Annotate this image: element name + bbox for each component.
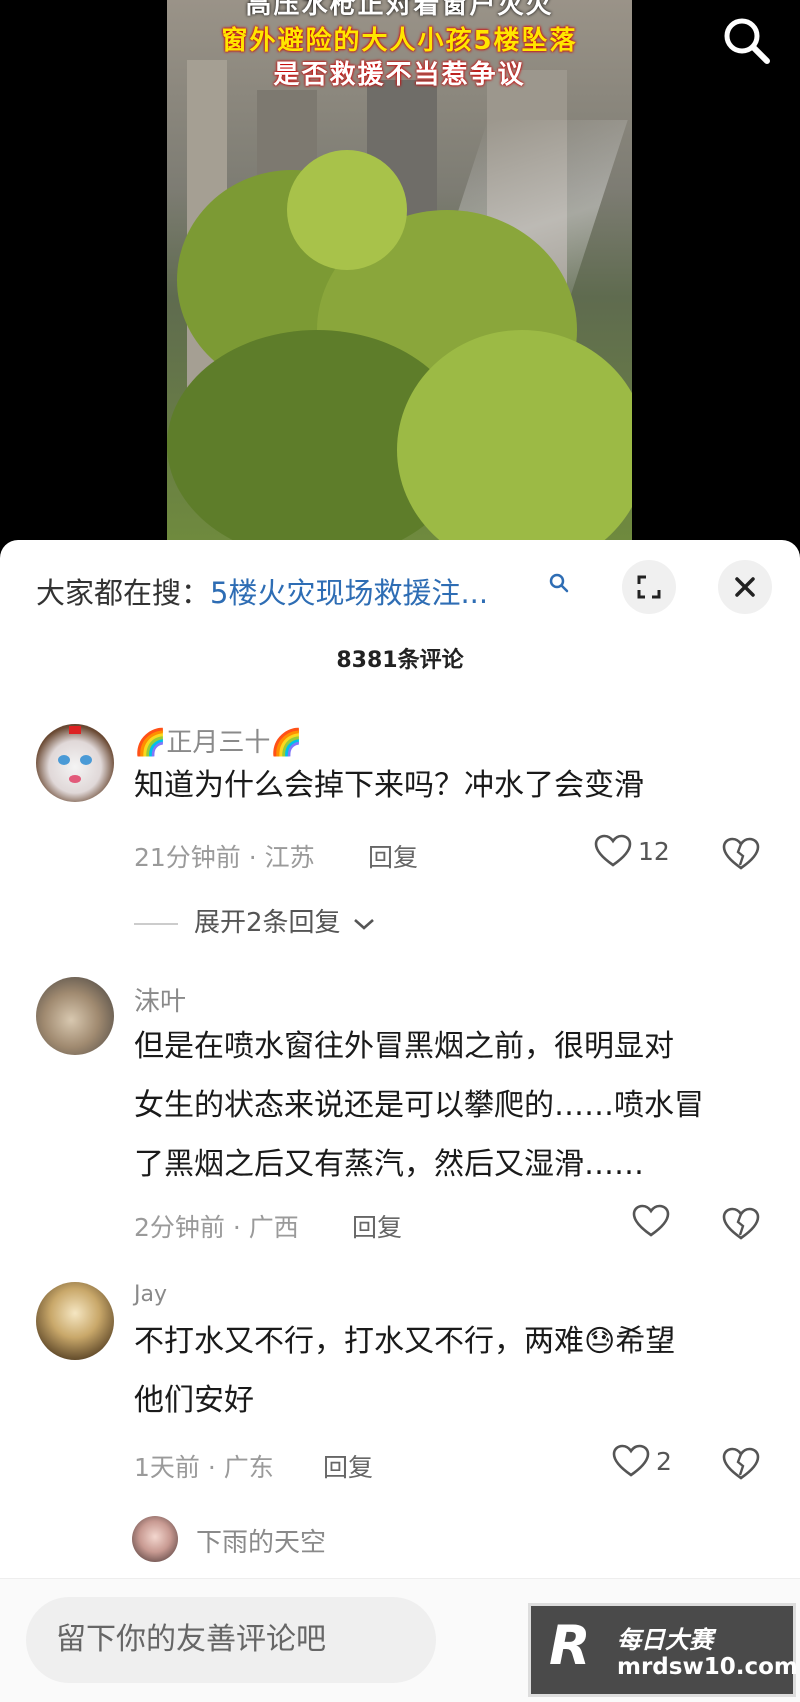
comment-username[interactable]: 沫叶 [134,981,186,1018]
comment-text-line: 女生的状态来说还是可以攀爬的……喷水冒 [134,1088,704,1123]
comment-panel: 大家都在搜：5楼火灾现场救援注... 8381条评论 🌈正月三十🌈 知道为什么会… [0,540,800,1701]
heart-icon [632,1204,670,1237]
comment-text: 知道为什么会掉下来吗？冲水了会变滑 [134,756,754,815]
like-button[interactable]: 12 [594,834,670,874]
search-small-icon [548,572,570,594]
avatar[interactable] [36,977,114,1055]
comment-count: 8381条评论 [336,648,464,673]
video-caption-line1: 高压水枪正对着窗户灭火 [245,0,554,20]
comment-text-line: 知道为什么会掉下来吗？冲水了会变滑 [134,768,644,803]
comment-text-line: 但是在喷水窗往外冒黑烟之前，很明显对 [134,1029,674,1064]
dislike-button[interactable] [722,836,760,872]
watermark-logo: R 每日大赛 mrdsw10.com [528,1603,798,1697]
comment-meta: 2分钟前 · 广西 [134,1213,299,1242]
chevron-down-icon [353,918,374,930]
comment-meta: 21分钟前 · 江苏 [134,843,315,872]
video-caption-line3: 是否救援不当惹争议 [273,60,526,90]
comment-text: 不打水又不行，打水又不行，两难😓希望 他们安好 [134,1312,754,1430]
avatar[interactable] [36,724,114,802]
expand-replies-label: 展开2条回复 [194,908,341,938]
heart-icon [594,834,632,867]
broken-heart-icon [722,1207,760,1240]
comment-username[interactable]: Jay [134,1282,167,1307]
expand-replies-button[interactable]: 展开2条回复 [134,902,375,939]
trending-search[interactable]: 大家都在搜：5楼火灾现场救援注... [36,570,488,612]
heart-icon [612,1444,650,1477]
comment-text: 但是在喷水窗往外冒黑烟之前，很明显对 女生的状态来说还是可以攀爬的……喷水冒 了… [134,1017,754,1194]
avatar[interactable] [36,1282,114,1360]
comment-username[interactable]: 下雨的天空 [196,1522,326,1559]
comment-text-line: 不打水又不行，打水又不行，两难😓希望 [134,1324,676,1359]
broken-heart-icon [722,837,760,870]
close-button[interactable] [718,560,772,614]
watermark-site: mrdsw10.com [617,1654,798,1680]
search-icon[interactable] [720,14,774,68]
close-icon [735,577,755,597]
reply-button[interactable]: 回复 [323,1448,373,1484]
broken-heart-icon [722,1447,760,1480]
trending-label: 大家都在搜： [36,576,211,610]
comment-username[interactable]: 🌈正月三十🌈 [134,722,303,759]
watermark-mark: R [549,1614,591,1677]
like-button[interactable]: 2 [612,1444,672,1484]
like-count: 2 [656,1446,672,1476]
expand-icon [637,575,661,599]
comment-text-line: 他们安好 [134,1383,254,1418]
video-frame: 高压水枪正对着窗户灭火 窗外避险的大人小孩5楼坠落 是否救援不当惹争议 [167,0,632,540]
comment-meta: 1天前 · 广东 [134,1453,274,1482]
trending-query[interactable]: 5楼火灾现场救援注... [210,576,488,610]
expand-button[interactable] [622,560,676,614]
dislike-button[interactable] [722,1446,760,1482]
comment-text-line: 了黑烟之后又有蒸汽，然后又湿滑…… [134,1147,644,1182]
dislike-button[interactable] [722,1206,760,1242]
avatar[interactable] [132,1516,178,1562]
video-caption-line2: 窗外避险的大人小孩5楼坠落 [221,26,578,56]
reply-button[interactable]: 回复 [352,1208,402,1244]
like-count: 12 [638,836,670,866]
like-button[interactable] [632,1204,670,1244]
watermark-name: 每日大赛 [617,1626,713,1654]
reply-button[interactable]: 回复 [368,838,418,874]
video-player[interactable]: 高压水枪正对着窗户灭火 窗外避险的大人小孩5楼坠落 是否救援不当惹争议 [0,0,800,540]
comment-input[interactable]: 留下你的友善评论吧 [26,1597,436,1683]
